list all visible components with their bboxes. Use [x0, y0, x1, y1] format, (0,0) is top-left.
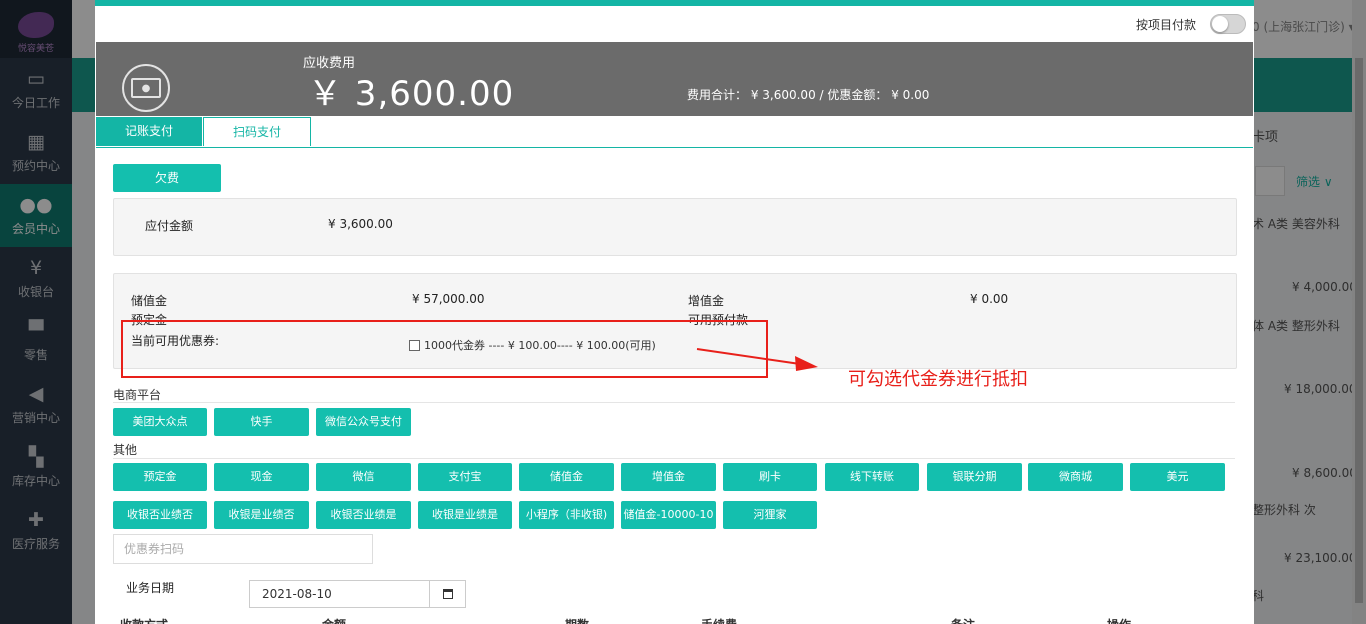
annotation-text: 可勾选代金券进行抵扣 — [848, 369, 1028, 390]
annotation-arrow — [696, 348, 818, 371]
